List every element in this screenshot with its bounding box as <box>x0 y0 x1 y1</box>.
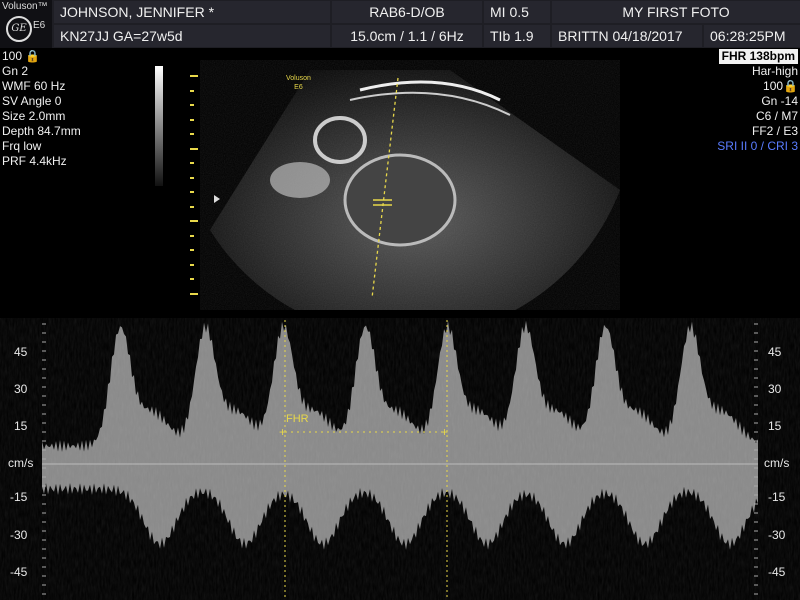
param-sri-cri: SRI II 0 / CRI 3 <box>717 139 798 153</box>
param-gain: Gn 2 <box>2 64 29 78</box>
velocity-tick-label: -15 <box>10 490 28 504</box>
right-parameters: FHR 138bpm Har-high 100🔒 Gn -14 C6 / M7 … <box>717 49 798 154</box>
velocity-tick-label: 15 <box>768 419 782 433</box>
param-contrast: C6 / M7 <box>755 109 798 123</box>
param-power: 100 🔒 <box>2 49 41 63</box>
param-frame-filter: FF2 / E3 <box>751 124 798 138</box>
depth-tick <box>190 205 194 208</box>
depth-tick <box>190 292 198 295</box>
focus-marker-icon <box>214 195 220 203</box>
depth-tick <box>190 278 194 280</box>
velocity-tick-label: cm/s <box>764 456 790 470</box>
caliper-cross-left: + <box>279 425 286 439</box>
mi-value: MI 0.5 <box>484 1 550 23</box>
patient-id: KN27JJ GA=27w5d <box>54 25 330 47</box>
velocity-tick-label: -30 <box>768 528 786 542</box>
param-power-right: 100🔒 <box>763 79 798 93</box>
bmode-watermark: Voluson E6 <box>286 75 311 91</box>
tib-value: TIb 1.9 <box>484 25 550 47</box>
param-depth: Depth 84.7mm <box>2 124 81 138</box>
depth-info: 15.0cm / 1.1 / 6Hz <box>332 25 482 47</box>
depth-tick <box>190 133 194 135</box>
velocity-tick-label: 15 <box>14 419 28 433</box>
velocity-tick-label: 45 <box>14 345 28 359</box>
depth-tick <box>190 147 198 150</box>
depth-tick <box>190 104 194 106</box>
caliper-cross-right: + <box>441 425 448 439</box>
image-title: MY FIRST FOTO <box>552 1 800 23</box>
brand-logo: Voluson™ GE E6 <box>0 0 52 48</box>
depth-tick <box>190 89 194 92</box>
grayscale-bar <box>155 66 163 186</box>
depth-tick <box>190 263 194 266</box>
velocity-tick-label: 30 <box>768 382 782 396</box>
left-parameters: 100 🔒 Gn 2 WMF 60 Hz SV Angle 0 Size 2.0… <box>2 49 81 169</box>
velocity-tick-label: -45 <box>10 565 28 579</box>
param-gain-right: Gn -14 <box>761 94 798 108</box>
depth-tick <box>190 220 198 222</box>
ge-logo-icon: GE <box>6 16 32 42</box>
bmode-image[interactable] <box>200 60 620 310</box>
fetal-body <box>343 153 457 247</box>
depth-scale <box>190 70 200 300</box>
depth-tick <box>190 249 194 251</box>
velocity-tick-label: cm/s <box>8 456 34 470</box>
patient-name: JOHNSON, JENNIFER * <box>54 1 330 23</box>
depth-tick <box>190 162 194 164</box>
param-prf: PRF 4.4kHz <box>2 154 67 168</box>
doppler-spectrum[interactable]: + + <box>0 318 800 600</box>
brand-name: Voluson™ <box>2 1 48 12</box>
fhr-caliper-label: FHR <box>286 413 309 425</box>
velocity-tick-label: -45 <box>768 565 786 579</box>
param-harmonic: Har-high <box>751 64 798 78</box>
param-wmf: WMF 60 Hz <box>2 79 66 93</box>
depth-tick <box>190 118 194 121</box>
depth-tick <box>190 234 194 237</box>
fhr-readout: FHR 138bpm <box>718 49 798 64</box>
probe-label: RAB6-D/OB <box>332 1 482 23</box>
fetal-foot <box>270 162 330 198</box>
header-bar: Voluson™ GE E6 JOHNSON, JENNIFER * RAB6-… <box>0 0 800 48</box>
velocity-tick-label: 45 <box>768 345 782 359</box>
model-label: E6 <box>33 20 46 31</box>
velocity-tick-label: -30 <box>10 528 28 542</box>
depth-tick <box>190 176 194 179</box>
param-sv-angle: SV Angle 0 <box>2 94 62 108</box>
exam-time: 06:28:25PM <box>704 25 800 47</box>
velocity-tick-label: 30 <box>14 382 28 396</box>
velocity-tick-label: -15 <box>768 490 786 504</box>
param-size: Size 2.0mm <box>2 109 66 123</box>
param-frequency: Frq low <box>2 139 42 153</box>
depth-tick <box>190 75 198 77</box>
depth-tick <box>190 191 194 193</box>
operator-date: BRITTN 04/18/2017 <box>552 25 702 47</box>
